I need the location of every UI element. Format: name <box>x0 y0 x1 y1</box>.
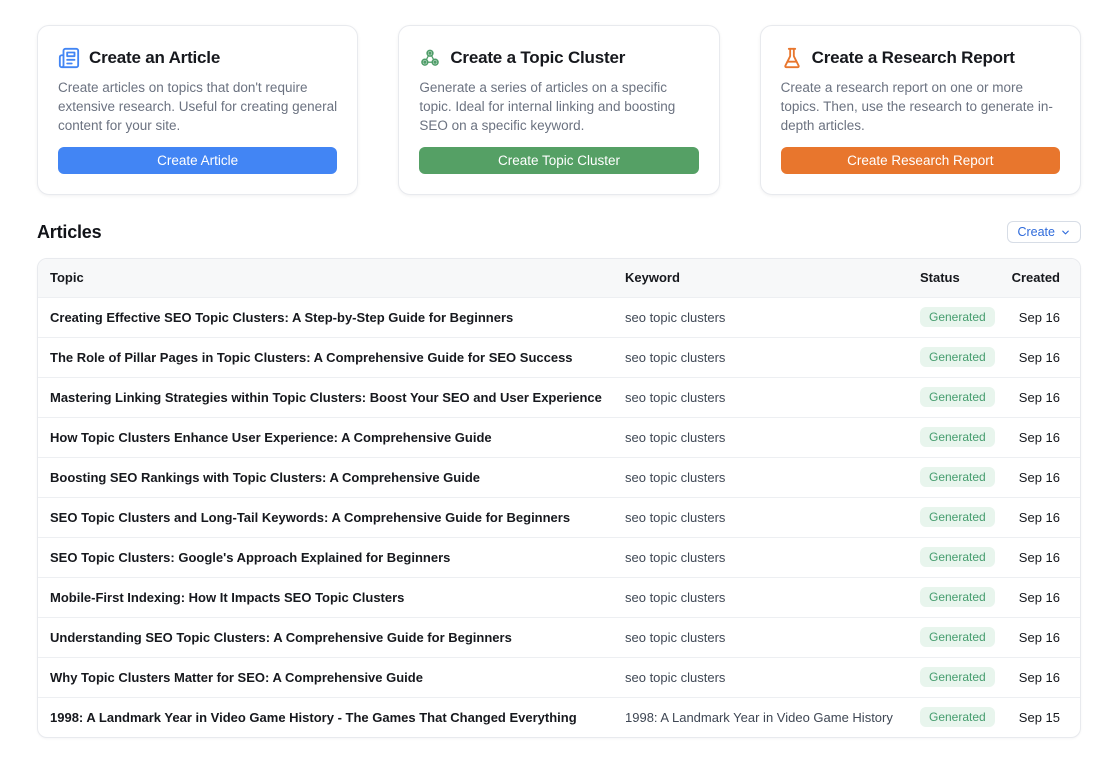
article-topic[interactable]: Boosting SEO Rankings with Topic Cluster… <box>38 457 625 497</box>
article-created: Sep 16 <box>1010 617 1080 657</box>
article-keyword: seo topic clusters <box>625 617 920 657</box>
newspaper-icon <box>58 47 80 69</box>
card-title: Create a Topic Cluster <box>450 48 625 68</box>
card-title: Create a Research Report <box>812 48 1015 68</box>
table-row[interactable]: Creating Effective SEO Topic Clusters: A… <box>38 297 1080 337</box>
articles-section-header: Articles Create <box>37 221 1081 243</box>
chevron-down-icon <box>1060 227 1071 238</box>
article-created: Sep 16 <box>1010 337 1080 377</box>
article-created: Sep 16 <box>1010 297 1080 337</box>
status-badge: Generated <box>920 707 995 727</box>
create-dropdown-label: Create <box>1017 225 1055 239</box>
status-badge: Generated <box>920 467 995 487</box>
article-created: Sep 16 <box>1010 657 1080 697</box>
article-keyword: seo topic clusters <box>625 457 920 497</box>
table-row[interactable]: SEO Topic Clusters: Google's Approach Ex… <box>38 537 1080 577</box>
table-row[interactable]: Mobile-First Indexing: How It Impacts SE… <box>38 577 1080 617</box>
article-created: Sep 16 <box>1010 377 1080 417</box>
table-row[interactable]: Boosting SEO Rankings with Topic Cluster… <box>38 457 1080 497</box>
status-badge: Generated <box>920 587 995 607</box>
card-create-topic-cluster: Create a Topic Cluster Generate a series… <box>398 25 719 195</box>
table-row[interactable]: Why Topic Clusters Matter for SEO: A Com… <box>38 657 1080 697</box>
article-created: Sep 16 <box>1010 417 1080 457</box>
article-topic[interactable]: Mobile-First Indexing: How It Impacts SE… <box>38 577 625 617</box>
status-badge: Generated <box>920 507 995 527</box>
card-header: Create a Topic Cluster <box>419 47 698 69</box>
status-badge: Generated <box>920 347 995 367</box>
column-header-keyword: Keyword <box>625 259 920 297</box>
status-badge: Generated <box>920 427 995 447</box>
article-keyword: 1998: A Landmark Year in Video Game Hist… <box>625 697 920 737</box>
create-topic-cluster-button[interactable]: Create Topic Cluster <box>419 147 698 174</box>
articles-table-body: Creating Effective SEO Topic Clusters: A… <box>38 297 1080 737</box>
article-keyword: seo topic clusters <box>625 297 920 337</box>
column-header-created: Created <box>1010 259 1080 297</box>
article-topic[interactable]: Mastering Linking Strategies within Topi… <box>38 377 625 417</box>
card-create-article: Create an Article Create articles on top… <box>37 25 358 195</box>
article-topic[interactable]: Why Topic Clusters Matter for SEO: A Com… <box>38 657 625 697</box>
article-created: Sep 15 <box>1010 697 1080 737</box>
create-dropdown-button[interactable]: Create <box>1007 221 1081 243</box>
article-keyword: seo topic clusters <box>625 377 920 417</box>
article-keyword: seo topic clusters <box>625 497 920 537</box>
table-row[interactable]: The Role of Pillar Pages in Topic Cluste… <box>38 337 1080 377</box>
page: Create an Article Create articles on top… <box>0 0 1119 738</box>
table-row[interactable]: SEO Topic Clusters and Long-Tail Keyword… <box>38 497 1080 537</box>
topic-cluster-icon <box>419 47 441 69</box>
article-created: Sep 16 <box>1010 497 1080 537</box>
table-header: Topic Keyword Status Created <box>38 259 1080 297</box>
status-badge: Generated <box>920 387 995 407</box>
article-topic[interactable]: SEO Topic Clusters: Google's Approach Ex… <box>38 537 625 577</box>
status-badge: Generated <box>920 547 995 567</box>
article-keyword: seo topic clusters <box>625 537 920 577</box>
card-create-research-report: Create a Research Report Create a resear… <box>760 25 1081 195</box>
create-research-report-button[interactable]: Create Research Report <box>781 147 1060 174</box>
column-header-topic: Topic <box>38 259 625 297</box>
flask-icon <box>781 47 803 69</box>
article-topic[interactable]: How Topic Clusters Enhance User Experien… <box>38 417 625 457</box>
article-keyword: seo topic clusters <box>625 577 920 617</box>
card-description: Create a research report on one or more … <box>781 78 1060 135</box>
card-description: Generate a series of articles on a speci… <box>419 78 698 135</box>
article-topic[interactable]: Creating Effective SEO Topic Clusters: A… <box>38 297 625 337</box>
status-badge: Generated <box>920 307 995 327</box>
create-article-button[interactable]: Create Article <box>58 147 337 174</box>
table-row[interactable]: Mastering Linking Strategies within Topi… <box>38 377 1080 417</box>
status-badge: Generated <box>920 667 995 687</box>
article-keyword: seo topic clusters <box>625 337 920 377</box>
article-topic[interactable]: SEO Topic Clusters and Long-Tail Keyword… <box>38 497 625 537</box>
article-keyword: seo topic clusters <box>625 657 920 697</box>
table-row[interactable]: How Topic Clusters Enhance User Experien… <box>38 417 1080 457</box>
article-topic[interactable]: The Role of Pillar Pages in Topic Cluste… <box>38 337 625 377</box>
article-created: Sep 16 <box>1010 537 1080 577</box>
article-created: Sep 16 <box>1010 577 1080 617</box>
article-keyword: seo topic clusters <box>625 417 920 457</box>
column-header-status: Status <box>920 259 1010 297</box>
article-topic[interactable]: 1998: A Landmark Year in Video Game Hist… <box>38 697 625 737</box>
table-row[interactable]: Understanding SEO Topic Clusters: A Comp… <box>38 617 1080 657</box>
card-header: Create a Research Report <box>781 47 1060 69</box>
create-options-row: Create an Article Create articles on top… <box>37 25 1081 195</box>
card-header: Create an Article <box>58 47 337 69</box>
article-topic[interactable]: Understanding SEO Topic Clusters: A Comp… <box>38 617 625 657</box>
article-created: Sep 16 <box>1010 457 1080 497</box>
card-description: Create articles on topics that don't req… <box>58 78 337 135</box>
articles-table: Topic Keyword Status Created Creating Ef… <box>37 258 1081 738</box>
card-title: Create an Article <box>89 48 220 68</box>
table-row[interactable]: 1998: A Landmark Year in Video Game Hist… <box>38 697 1080 737</box>
page-title: Articles <box>37 222 101 243</box>
status-badge: Generated <box>920 627 995 647</box>
